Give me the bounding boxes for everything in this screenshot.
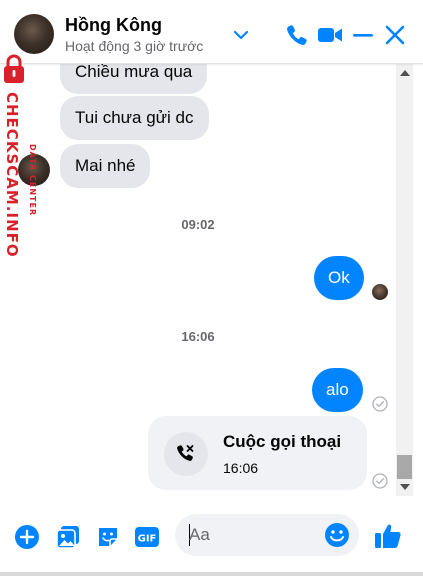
- lock-icon: [4, 54, 24, 83]
- seen-avatar: [372, 284, 388, 300]
- sent-check-icon: [372, 473, 388, 489]
- voice-call-card[interactable]: Cuộc gọi thoại 16:06: [148, 416, 367, 490]
- incoming-message[interactable]: Tui chưa gửi dc: [60, 96, 209, 140]
- timestamp: 16:06: [181, 329, 215, 344]
- contact-avatar[interactable]: [14, 14, 54, 54]
- thumbs-up-icon[interactable]: [373, 521, 403, 551]
- sticker-icon[interactable]: [95, 524, 121, 550]
- call-title: Cuộc gọi thoại: [223, 432, 342, 451]
- checkscam-watermark: CHECKSCAM.INFO DATA CENTER: [0, 52, 37, 262]
- chat-header: Hồng Kông Hoạt động 3 giờ trước: [0, 0, 423, 64]
- watermark-tagline: DATA CENTER: [28, 144, 37, 217]
- scrollbar[interactable]: [396, 64, 413, 496]
- incoming-message[interactable]: Mai nhé: [60, 144, 151, 188]
- gif-icon[interactable]: GIF: [134, 524, 160, 550]
- chevron-down-icon[interactable]: [231, 25, 251, 45]
- photo-icon[interactable]: [55, 524, 81, 550]
- sent-check-icon: [372, 396, 388, 412]
- incoming-message[interactable]: Chiều mưa qua: [60, 64, 208, 94]
- scroll-up-arrow[interactable]: [400, 70, 410, 76]
- message-composer: GIF: [0, 496, 423, 576]
- scroll-down-arrow[interactable]: [400, 484, 410, 490]
- add-icon[interactable]: [14, 524, 40, 550]
- emoji-icon[interactable]: [324, 522, 350, 548]
- contact-status: Hoạt động 3 giờ trước: [65, 38, 204, 54]
- call-time: 16:06: [223, 460, 259, 476]
- scrollbar-thumb[interactable]: [397, 455, 412, 479]
- gif-label: GIF: [138, 534, 157, 545]
- missed-call-icon: [164, 432, 208, 476]
- phone-icon[interactable]: [284, 22, 310, 48]
- contact-name[interactable]: Hồng Kông: [65, 15, 162, 36]
- video-camera-icon[interactable]: [316, 22, 344, 48]
- close-icon[interactable]: [382, 22, 408, 48]
- message-input-box[interactable]: [175, 514, 359, 556]
- timestamp: 09:02: [181, 217, 215, 232]
- message-list[interactable]: Chiều mưa qua Tui chưa gửi dc Mai nhé 09…: [0, 64, 396, 496]
- minimize-icon[interactable]: [350, 22, 376, 48]
- message-input[interactable]: [189, 522, 319, 548]
- outgoing-message[interactable]: alo: [312, 368, 363, 412]
- window-bottom-border: [0, 572, 423, 576]
- outgoing-message[interactable]: Ok: [314, 256, 364, 300]
- watermark-brand: CHECKSCAM.INFO: [3, 92, 21, 258]
